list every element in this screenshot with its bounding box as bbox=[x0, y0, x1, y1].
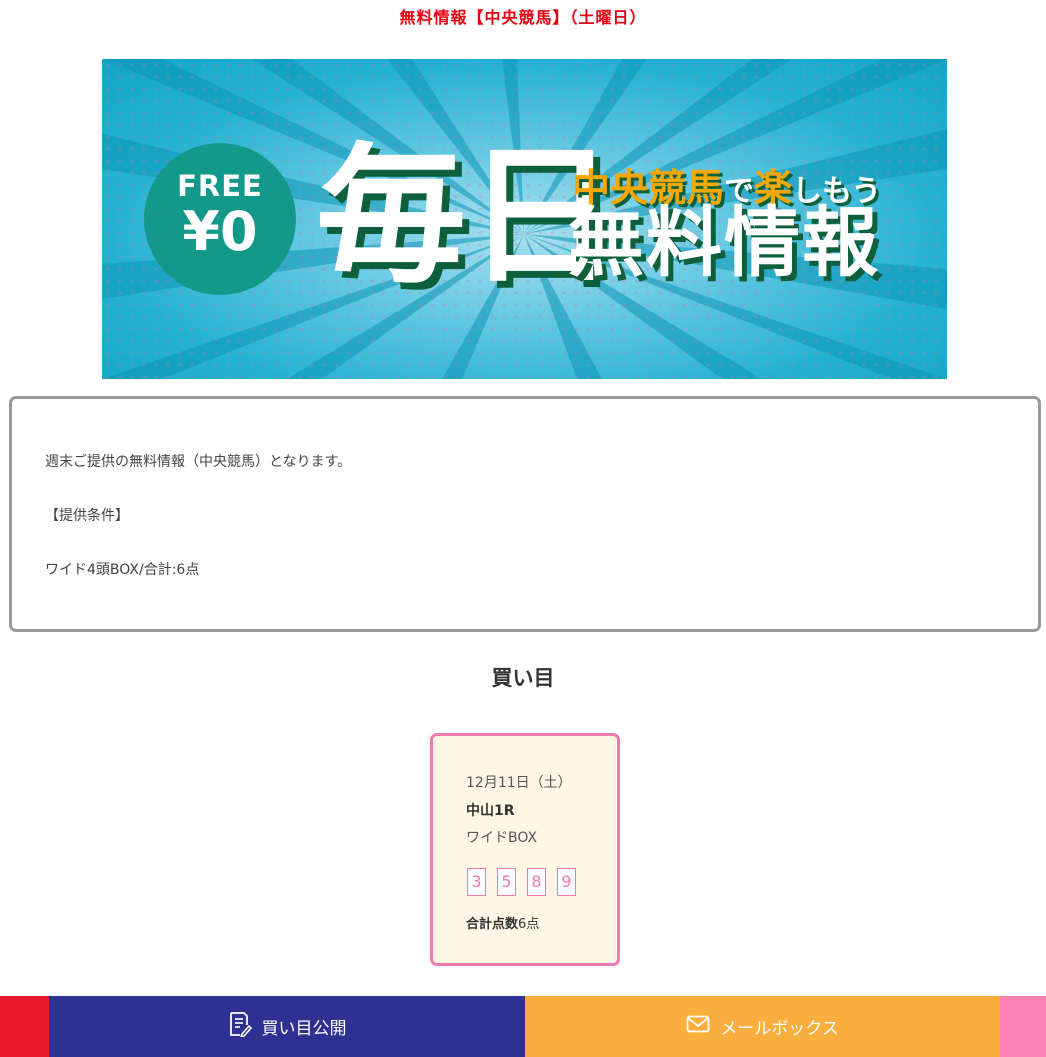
horse-number: 3 bbox=[467, 868, 486, 896]
info-description: 週末ご提供の無料情報（中央競馬）となります。 bbox=[45, 454, 352, 470]
horse-number: 5 bbox=[497, 868, 516, 896]
total-value: 6点 bbox=[518, 917, 540, 932]
total-points: 合計点数6点 bbox=[466, 913, 539, 932]
pick-card: 12月11日（土） 中山1R ワイドBOX 3 5 8 9 合計点数6点 bbox=[430, 733, 620, 966]
picks-publish-label: 買い目公開 bbox=[261, 1019, 347, 1039]
mailbox-button[interactable]: メールボックス bbox=[525, 996, 1000, 1057]
horse-numbers: 3 5 8 9 bbox=[467, 868, 576, 896]
footer-left-edge bbox=[0, 996, 49, 1057]
info-conditions: ワイド4頭BOX/合計:6点 bbox=[45, 562, 200, 578]
bet-type: ワイドBOX bbox=[466, 830, 538, 846]
banner-main-text: 無料情報 bbox=[568, 198, 880, 287]
free-label: FREE bbox=[177, 169, 263, 203]
mail-icon bbox=[686, 1015, 710, 1038]
page-title: 無料情報【中央競馬】（土曜日） bbox=[399, 8, 647, 27]
horse-number: 8 bbox=[527, 868, 546, 896]
race-name: 中山1R bbox=[466, 803, 515, 819]
price-label: ¥0 bbox=[182, 200, 258, 263]
total-label: 合計点数 bbox=[466, 917, 519, 932]
race-date: 12月11日（土） bbox=[466, 775, 572, 791]
free-info-banner: FREE ¥0 毎日 中央競馬で楽しもう 無料情報 bbox=[102, 59, 947, 379]
mailbox-label: メールボックス bbox=[720, 1019, 839, 1039]
picks-heading: 買い目 bbox=[491, 666, 555, 690]
info-box: 週末ご提供の無料情報（中央競馬）となります。 【提供条件】 ワイド4頭BOX/合… bbox=[9, 396, 1041, 632]
horse-number: 9 bbox=[557, 868, 576, 896]
info-conditions-heading: 【提供条件】 bbox=[45, 508, 129, 524]
picks-publish-button[interactable]: 買い目公開 bbox=[49, 996, 525, 1057]
free-badge: FREE ¥0 bbox=[144, 143, 296, 295]
footer-nav: 買い目公開 メールボックス bbox=[0, 996, 1046, 1057]
footer-right-edge bbox=[1000, 996, 1046, 1057]
document-pen-icon bbox=[228, 1011, 252, 1042]
